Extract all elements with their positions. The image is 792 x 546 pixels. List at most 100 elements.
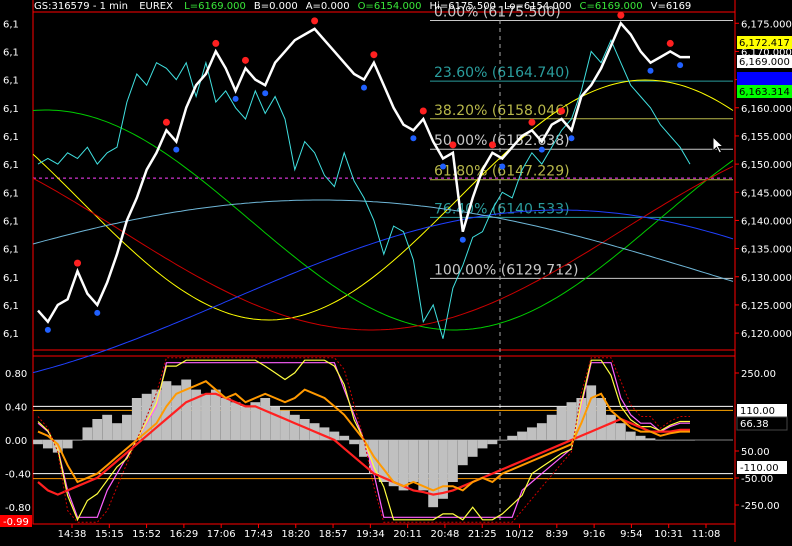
histogram-bar: [201, 393, 211, 440]
header-field-6: C=6169.000: [579, 1, 643, 12]
histogram-bar: [517, 431, 527, 440]
histogram-bar: [349, 440, 360, 445]
histogram-bar: [122, 414, 132, 440]
osc-right-tick-label: 50.00: [741, 447, 770, 458]
histogram-bar: [82, 427, 93, 440]
swing-high-marker: [311, 17, 319, 25]
price-tick-label: 6,125.000: [741, 301, 792, 312]
swing-low-marker: [94, 309, 101, 316]
price-left-tick-label: 6,1: [3, 273, 19, 284]
price-marker-2: 6,168.259: [737, 72, 792, 85]
price-marker-1: 6,169.000: [737, 55, 792, 68]
price-left-tick-label: 6,1: [3, 245, 19, 256]
price-marker-0: 6,172.417: [737, 36, 792, 49]
swing-low-marker: [459, 236, 466, 243]
swing-low-marker: [44, 326, 51, 333]
osc-marker-text: -110.00: [740, 463, 779, 474]
price-series-line: [37, 21, 690, 324]
histogram-bar: [240, 406, 251, 440]
price-marker-3: 6,163.314: [737, 85, 792, 98]
green-cycle-line: [32, 109, 734, 331]
time-tick-label: 9:54: [620, 529, 642, 540]
swing-high-marker: [528, 118, 536, 126]
histogram-bar: [536, 423, 547, 440]
histogram-bar: [388, 440, 399, 487]
swing-low-marker: [647, 67, 654, 74]
swing-low-marker: [410, 135, 417, 142]
histogram-bar: [270, 406, 280, 440]
histogram-bar: [467, 440, 478, 457]
histogram-bar: [210, 389, 221, 440]
swing-high-marker: [241, 56, 249, 64]
osc-right-tick-label: -250.00: [741, 501, 780, 512]
header-fields: L=6169.000 B=0.000 A=0.000 O=6154.000 Hi=617…: [176, 1, 691, 12]
swing-low-marker: [499, 163, 506, 170]
swing-high-marker: [74, 259, 82, 267]
histogram-bar: [428, 440, 439, 508]
histogram-bar: [497, 440, 508, 441]
time-tick-label: 17:43: [244, 529, 273, 540]
histogram-bar: [102, 414, 113, 440]
price-left-tick-label: 6,1: [3, 47, 19, 58]
osc-marker-0: 110.00: [737, 404, 787, 417]
price-marker-text: 6,169.000: [739, 57, 790, 68]
histogram-bar: [625, 431, 636, 440]
histogram-bar: [151, 389, 162, 440]
header-exchange: EUREX: [139, 1, 173, 12]
price-tick-label: 6,150.000: [741, 160, 792, 171]
time-tick-label: 20:11: [393, 529, 422, 540]
price-left-tick-label: 6,1: [3, 301, 19, 312]
price-left-tick-label: 6,1: [3, 216, 19, 227]
time-tick-label: 18:57: [319, 529, 348, 540]
histogram-bar: [675, 440, 686, 441]
swing-low-marker: [440, 163, 447, 170]
osc-right-tick-label: 250.00: [741, 369, 776, 380]
osc-left-tick-label: 0.00: [5, 436, 27, 447]
header-field-4: Hi=6175.500: [429, 1, 496, 12]
price-left-tick-label: 6,1: [3, 188, 19, 199]
mouse-pointer-icon: [712, 136, 725, 154]
swing-high-marker: [212, 39, 220, 47]
swing-high-marker: [488, 141, 496, 149]
price-tick-label: 6,145.000: [741, 188, 792, 199]
histogram-bar: [339, 435, 350, 440]
chart-canvas[interactable]: 6,175.0006,16,170.0006,16,165.0006,16,16…: [0, 0, 792, 542]
header-field-5: Lo=6154.000: [503, 1, 572, 12]
time-tick-label: 11:08: [692, 529, 721, 540]
time-tick-label: 20:48: [431, 529, 460, 540]
time-tick-label: 10/12: [505, 529, 534, 540]
price-tick-label: 6,120.000: [741, 329, 792, 340]
histogram-bar: [665, 440, 676, 441]
osc-left-tick-label: -0.40: [5, 470, 31, 481]
swing-high-marker: [370, 51, 378, 59]
header-field-0: L=6169.000: [184, 1, 246, 12]
histogram-bar: [685, 440, 695, 441]
histogram-bar: [556, 406, 567, 440]
price-marker-text: 6,168.259: [739, 74, 790, 85]
swing-low-marker: [262, 90, 269, 97]
histogram-bar: [112, 423, 122, 440]
header-field-2: A=0.000: [305, 1, 350, 12]
time-tick-label: 15:52: [132, 529, 161, 540]
time-tick-label: 16:29: [169, 529, 198, 540]
histogram-bar: [645, 438, 656, 440]
histogram-bar: [457, 440, 468, 466]
swing-high-marker: [558, 107, 566, 115]
histogram-bar: [62, 440, 73, 449]
header-field-3: O=6154.000: [357, 1, 422, 12]
chart-stage: 6,175.0006,16,170.0006,16,165.0006,16,16…: [0, 0, 792, 542]
osc-left-tick-label: -0.80: [5, 503, 31, 514]
price-tick-label: 6,140.000: [741, 216, 792, 227]
osc-marker-text: 110.00: [740, 406, 775, 417]
histogram-bar: [477, 440, 488, 449]
swing-high-marker: [162, 118, 170, 126]
price-left-tick-label: 6,1: [3, 19, 19, 30]
histogram-bar: [72, 440, 83, 441]
time-tick-label: 21:25: [468, 529, 497, 540]
time-tick-label: 14:38: [58, 529, 87, 540]
osc-marker-2: -110.00: [737, 461, 787, 474]
osc-bottom-badge-text: -0.99: [3, 517, 29, 528]
header-field-1: B=0.000: [253, 1, 298, 12]
fib-label-5: 76.40% (6140.533): [434, 201, 570, 217]
swing-low-marker: [173, 146, 180, 153]
